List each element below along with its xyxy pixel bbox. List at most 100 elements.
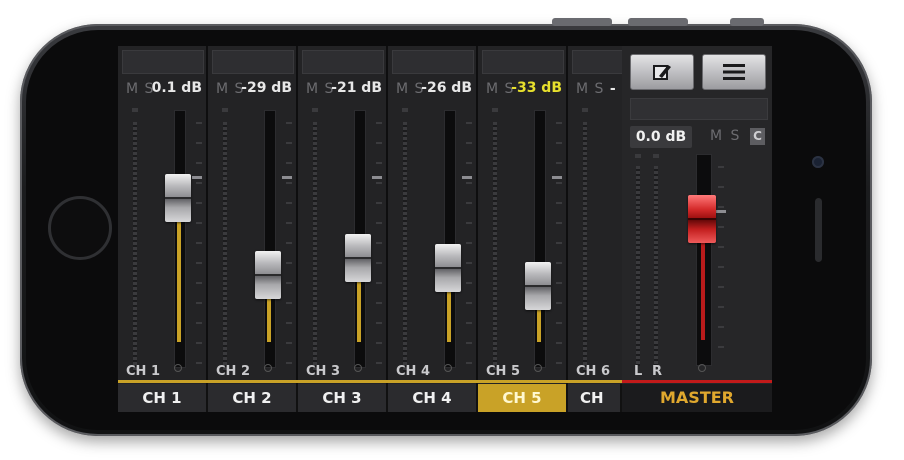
channel-scribble-slot[interactable] [572, 50, 624, 74]
meter-peak-left [635, 154, 641, 158]
meter-peak [132, 108, 138, 112]
gain-readout: -21 dB [331, 80, 382, 96]
gain-readout: -26 dB [421, 80, 472, 96]
mute-button[interactable]: M [126, 81, 139, 97]
tab-ch6[interactable]: CH [568, 384, 622, 412]
fader-scale [196, 122, 202, 372]
fader-fill [447, 291, 451, 342]
channel-strip: M S -26 dB CH 4 [388, 46, 478, 412]
level-meter [223, 122, 227, 372]
meter-peak [222, 108, 228, 112]
gain-readout: -33 dB [511, 80, 562, 96]
power-button [730, 18, 764, 26]
hamburger-menu-icon [723, 64, 745, 80]
master-meter-right [654, 166, 658, 366]
volume-button [628, 18, 688, 26]
channel-label: CH 4 [396, 364, 430, 379]
level-meter [133, 122, 137, 372]
menu-button[interactable] [702, 54, 766, 90]
mute-button[interactable]: M [216, 81, 229, 97]
master-section: 0.0 dB M S C L R MASTER [622, 46, 772, 412]
channel-label: CH 2 [216, 364, 250, 379]
master-unity-mark [716, 210, 726, 213]
pan-dot-icon[interactable] [444, 364, 452, 372]
master-solo-button[interactable]: S [731, 128, 742, 144]
mute-button[interactable]: M [396, 81, 409, 97]
master-pan-dot-icon[interactable] [698, 364, 706, 372]
unity-mark [372, 176, 382, 179]
channel-strip-partial: M S - CH 6 [568, 46, 624, 412]
fader-knob[interactable] [435, 243, 461, 292]
channel-strip: M S 0.1 dB CH 1 [118, 46, 208, 412]
volume-button [552, 18, 612, 26]
home-button[interactable] [48, 196, 112, 260]
master-meter-left [636, 166, 640, 366]
gain-readout-partial: - [609, 81, 617, 97]
master-mute-solo[interactable]: M S [710, 128, 741, 144]
channel-label: CH 3 [306, 364, 340, 379]
fader-fill [177, 222, 181, 342]
master-mute-button[interactable]: M [710, 128, 724, 144]
master-bar [622, 380, 772, 383]
master-clip-button[interactable]: C [750, 128, 765, 145]
channel-scribble-slot[interactable] [212, 50, 294, 74]
tab-ch5[interactable]: CH 5 [478, 384, 568, 412]
fader-fill [357, 282, 361, 342]
speaker-grille [815, 198, 822, 262]
pan-dot-icon[interactable] [264, 364, 272, 372]
channel-scribble-slot[interactable] [302, 50, 384, 74]
fader-knob[interactable] [255, 250, 281, 299]
fader-knob[interactable] [165, 174, 191, 223]
unity-mark [462, 176, 472, 179]
tab-master[interactable]: MASTER [622, 384, 772, 412]
channel-strip: M S -21 dB CH 3 [298, 46, 388, 412]
meter-peak [402, 108, 408, 112]
solo-button[interactable]: S [595, 81, 605, 97]
meter-right-label: R [652, 364, 663, 379]
master-scribble-slot[interactable] [630, 98, 768, 120]
fader-scale [556, 122, 562, 372]
master-fader-knob[interactable] [688, 195, 716, 244]
meter-peak [582, 108, 588, 112]
pan-dot-icon[interactable] [354, 364, 362, 372]
fader-scale [376, 122, 382, 372]
channel-bank-bar [118, 380, 622, 383]
level-meter [313, 122, 317, 372]
unity-mark [192, 176, 202, 179]
unity-mark [282, 176, 292, 179]
pan-dot-icon[interactable] [534, 364, 542, 372]
channel-label: CH 1 [126, 364, 160, 379]
mute-solo-buttons[interactable]: M S - [576, 81, 617, 97]
fader-scale [286, 122, 292, 372]
unity-mark [552, 176, 562, 179]
mute-button[interactable]: M [306, 81, 319, 97]
channel-scribble-slot[interactable] [482, 50, 564, 74]
edit-button[interactable] [630, 54, 694, 90]
tab-ch2[interactable]: CH 2 [208, 384, 298, 412]
channel-strip: M S -29 dB CH 2 [208, 46, 298, 412]
level-meter [583, 122, 587, 372]
fader-knob[interactable] [345, 234, 371, 283]
tab-ch3[interactable]: CH 3 [298, 384, 388, 412]
tab-ch1[interactable]: CH 1 [118, 384, 208, 412]
fader-fill [537, 310, 541, 342]
channel-scribble-slot[interactable] [122, 50, 204, 74]
camera-icon [812, 156, 824, 168]
channel-strip: M S -33 dB CH 5 [478, 46, 568, 412]
mute-solo-buttons[interactable]: M S [126, 81, 154, 97]
gain-readout: 0.1 dB [151, 80, 202, 96]
mute-button[interactable]: M [486, 81, 499, 97]
channel-scribble-slot[interactable] [392, 50, 474, 74]
fader-scale [466, 122, 472, 372]
tab-ch4[interactable]: CH 4 [388, 384, 478, 412]
pan-dot-icon[interactable] [174, 364, 182, 372]
gain-readout: -29 dB [241, 80, 292, 96]
meter-peak [492, 108, 498, 112]
meter-peak [312, 108, 318, 112]
fader-knob[interactable] [525, 262, 551, 311]
meter-peak-right [653, 154, 659, 158]
mute-button[interactable]: M [576, 81, 589, 97]
fader-fill [267, 298, 271, 342]
master-gain-readout: 0.0 dB [630, 126, 692, 148]
channel-label: CH 5 [486, 364, 520, 379]
